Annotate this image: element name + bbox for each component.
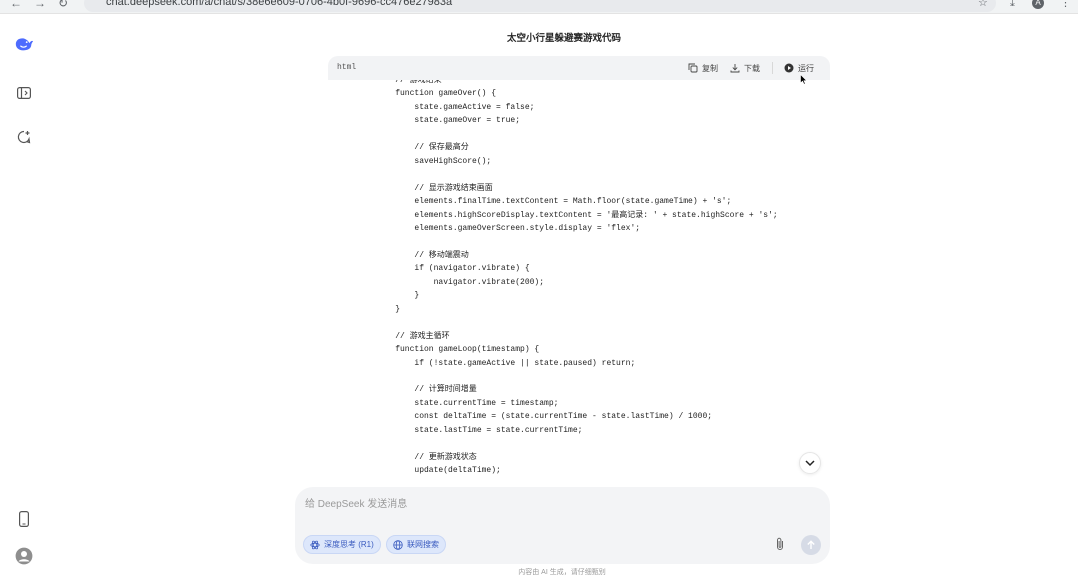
globe-icon	[393, 539, 403, 550]
user-avatar-icon[interactable]	[14, 546, 34, 566]
sidebar-toggle-icon[interactable]	[14, 83, 34, 103]
send-button[interactable]	[801, 535, 821, 555]
run-button[interactable]: 运行	[784, 62, 814, 74]
ai-disclaimer: 内容由 AI 生成，请仔细甄别	[518, 569, 606, 576]
arrow-up-icon	[807, 540, 815, 549]
browser-toolbar: ← → ↻ chat.deepseek.com/a/chat/s/38e6e60…	[0, 0, 1078, 14]
download-icon	[730, 64, 740, 73]
browser-menu-icon[interactable]: ⋮	[1060, 0, 1071, 10]
message-composer: 深度思考 (R1) 联网搜索	[295, 487, 830, 564]
play-icon	[784, 63, 794, 73]
forward-button[interactable]: →	[34, 0, 46, 10]
copy-label: 复制	[702, 63, 718, 73]
attach-button[interactable]	[773, 537, 787, 551]
web-search-toggle[interactable]: 联网搜索	[386, 535, 446, 554]
reload-button[interactable]: ↻	[58, 0, 68, 10]
message-input[interactable]	[305, 496, 745, 512]
page-title: 太空小行星躲避赛游戏代码	[506, 33, 621, 44]
back-button[interactable]: ←	[10, 0, 22, 10]
header-divider	[772, 62, 773, 74]
deep-think-toggle[interactable]: 深度思考 (R1)	[303, 535, 381, 554]
mouse-cursor-icon	[800, 72, 808, 90]
bookmark-star-icon[interactable]: ☆	[978, 0, 988, 10]
code-text: // 游戏结束 function gameOver() { state.game…	[395, 80, 778, 476]
download-icon[interactable]: ⤓	[1010, 0, 1015, 10]
code-language-label: html	[337, 63, 357, 72]
url-text: chat.deepseek.com/a/chat/s/38e6e609-0706…	[106, 0, 453, 8]
copy-icon	[688, 63, 698, 73]
atom-icon	[310, 540, 320, 549]
address-bar[interactable]: chat.deepseek.com/a/chat/s/38e6e609-0706…	[84, 0, 996, 12]
web-search-label: 联网搜索	[407, 540, 439, 549]
new-chat-icon[interactable]	[14, 127, 34, 147]
copy-button[interactable]: 复制	[688, 62, 718, 74]
mobile-app-icon[interactable]	[14, 509, 34, 529]
code-block-body: // 游戏结束 function gameOver() { state.game…	[328, 80, 830, 486]
profile-avatar[interactable]: A	[1032, 0, 1044, 9]
scroll-to-bottom-button[interactable]	[799, 452, 821, 474]
paperclip-icon	[777, 537, 783, 550]
download-button[interactable]: 下载	[730, 62, 760, 74]
deep-think-label: 深度思考 (R1)	[324, 540, 374, 549]
sidebar	[0, 14, 48, 580]
chevron-down-icon	[805, 460, 815, 467]
download-label: 下载	[744, 63, 760, 73]
